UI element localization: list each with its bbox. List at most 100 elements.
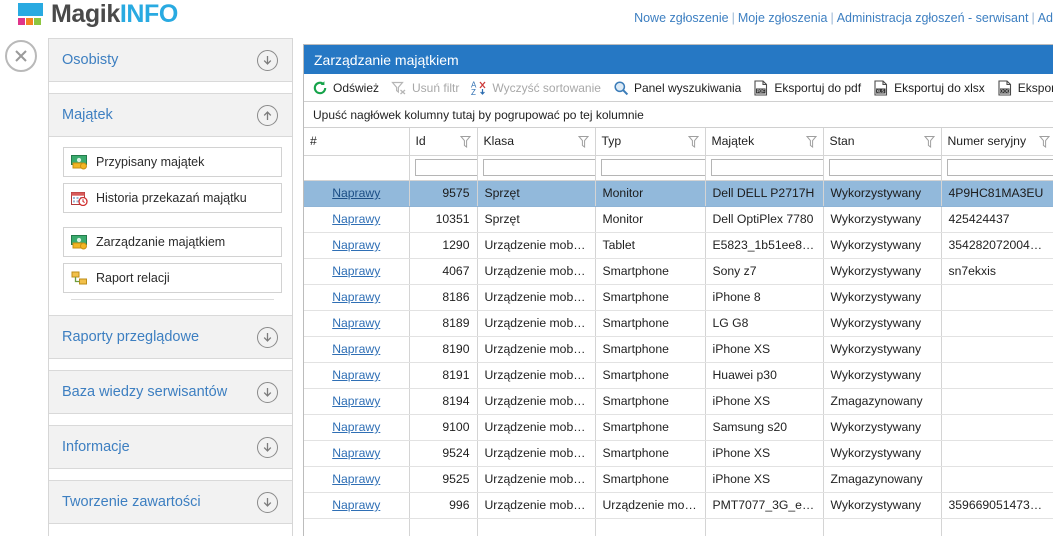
search-panel-button[interactable]: Panel wyszukiwania <box>613 80 741 96</box>
clear-sort-button[interactable]: A Z Wyczyść sortowanie <box>471 80 601 96</box>
toolbar-label: Eksportuj d <box>1017 80 1053 95</box>
cell-action[interactable]: Naprawy <box>304 310 410 337</box>
refresh-button[interactable]: Odśwież <box>312 80 379 96</box>
down-arrow-icon[interactable] <box>257 381 278 403</box>
refresh-icon <box>313 80 327 94</box>
toolbar-label: Odśwież <box>333 80 380 95</box>
sidebar-group-baza-wiedzy-serwisantow: Baza wiedzy serwisantów <box>49 370 292 414</box>
repairs-link[interactable]: Naprawy <box>332 290 380 304</box>
table-row[interactable]: Naprawy 9524 Urządzenie mobilne Smartphone i… <box>304 440 1053 467</box>
brand-logo[interactable]: MagikINFO <box>14 1 178 27</box>
column-header-id[interactable]: Id <box>409 128 478 156</box>
sidebar-group-header-informacje[interactable]: Informacje <box>49 425 292 469</box>
table-row[interactable]: Naprawy 9525 Urządzenie mobilne Smartphone i… <box>304 466 1053 493</box>
filter-icon[interactable] <box>687 135 699 148</box>
remove-filter-button[interactable]: Usuń filtr <box>391 80 459 96</box>
export-docx-button[interactable]: DOC Eksportuj d <box>997 79 1053 96</box>
sidebar-group-header-osobisty[interactable]: Osobisty <box>49 38 292 82</box>
repairs-link[interactable]: Naprawy <box>332 212 380 226</box>
money-icon <box>71 234 87 249</box>
sidebar-item-raport-relacji[interactable]: Raport relacji <box>63 263 282 293</box>
nav-link-administracja-zgloszen[interactable]: Administracja zgłoszeń - serwisant <box>837 11 1029 25</box>
table-row[interactable]: Naprawy 996 Urządzenie mobilne Urządzenie m… <box>304 492 1053 519</box>
column-header-numer-seryjny[interactable]: Numer seryjny <box>941 128 1053 156</box>
up-arrow-icon[interactable] <box>257 104 278 126</box>
table-row[interactable] <box>304 518 1053 536</box>
cell-action[interactable]: Naprawy <box>304 206 410 233</box>
close-panel-button[interactable] <box>5 40 37 72</box>
sidebar-item-przypisany-majatek[interactable]: Przypisany majątek <box>63 147 282 177</box>
filter-icon[interactable] <box>577 135 589 148</box>
repairs-link[interactable]: Naprawy <box>332 264 380 278</box>
filter-input-numer-seryjny[interactable] <box>946 159 1053 176</box>
cell-stan: Wykorzystywany <box>823 206 942 233</box>
filter-input-majatek[interactable] <box>710 159 822 176</box>
sidebar-item-zarzadzanie-majatkiem[interactable]: Zarządzanie majątkiem <box>63 227 282 257</box>
column-header-majatek[interactable]: Majątek <box>705 128 824 156</box>
column-header-typ[interactable]: Typ <box>595 128 706 156</box>
repairs-link[interactable]: Naprawy <box>332 446 380 460</box>
sidebar-group-majatek: Majątek Przypisany majątek Historia prze… <box>49 93 292 304</box>
down-arrow-icon[interactable] <box>257 436 278 458</box>
filter-input-klasa[interactable] <box>482 159 594 176</box>
filter-input-stan[interactable] <box>828 159 940 176</box>
cell-action[interactable]: Naprawy <box>304 232 410 259</box>
table-row[interactable]: Naprawy 8186 Urządzenie mobilne Smartphone i… <box>304 284 1053 311</box>
down-arrow-icon[interactable] <box>257 491 278 513</box>
sidebar-group-header-raporty-przegladowe[interactable]: Raporty przeglądowe <box>49 315 292 359</box>
nav-link-ad[interactable]: Ad <box>1038 11 1053 25</box>
export-pdf-button[interactable]: PDF Eksportuj do pdf <box>753 79 861 96</box>
sidebar-group-header-baza-wiedzy-serwisantow[interactable]: Baza wiedzy serwisantów <box>49 370 292 414</box>
repairs-link[interactable]: Naprawy <box>332 472 380 486</box>
cell-action[interactable]: Naprawy <box>304 388 410 415</box>
table-row[interactable]: Naprawy 8190 Urządzenie mobilne Smartphone i… <box>304 336 1053 363</box>
repairs-link[interactable]: Naprawy <box>332 238 380 252</box>
toolbar-label: Wyczyść sortowanie <box>492 80 601 95</box>
group-by-drop-area[interactable]: Upuść nagłówek kolumny tutaj by pogrupow… <box>304 102 1053 128</box>
cell-majatek: iPhone XS <box>705 388 824 415</box>
table-row[interactable]: Naprawy 9100 Urządzenie mobilne Smartphone S… <box>304 414 1053 441</box>
cell-klasa: Sprzęt <box>477 180 596 207</box>
sidebar-group-header-tworzenie-zawartosci[interactable]: Tworzenie zawartości <box>49 480 292 524</box>
repairs-link[interactable]: Naprawy <box>332 368 380 382</box>
column-header-klasa[interactable]: Klasa <box>477 128 596 156</box>
filter-icon[interactable] <box>1038 135 1050 148</box>
filter-icon[interactable] <box>805 135 817 148</box>
table-row[interactable]: Naprawy 8191 Urządzenie mobilne Smartphone H… <box>304 362 1053 389</box>
cell-action[interactable]: Naprawy <box>304 466 410 493</box>
table-row[interactable]: Naprawy 8189 Urządzenie mobilne Smartphone L… <box>304 310 1053 337</box>
export-xlsx-button[interactable]: XLS Eksportuj do xlsx <box>873 79 985 96</box>
filter-input-typ[interactable] <box>600 159 704 176</box>
repairs-link[interactable]: Naprawy <box>332 186 380 200</box>
nav-link-nowe-zgloszenie[interactable]: Nowe zgłoszenie <box>634 11 729 25</box>
cell-action[interactable] <box>304 518 410 536</box>
repairs-link[interactable]: Naprawy <box>332 498 380 512</box>
repairs-link[interactable]: Naprawy <box>332 316 380 330</box>
table-row[interactable]: Naprawy 4067 Urządzenie mobilne Smartphone S… <box>304 258 1053 285</box>
down-arrow-icon[interactable] <box>257 326 278 348</box>
table-row[interactable]: Naprawy 1290 Urządzenie mobilne Tablet E5823… <box>304 232 1053 259</box>
table-row[interactable]: Naprawy 10351 Sprzęt Monitor Dell OptiPlex 7… <box>304 206 1053 233</box>
cell-action[interactable]: Naprawy <box>304 492 410 519</box>
column-header-stan[interactable]: Stan <box>823 128 942 156</box>
table-row[interactable]: Naprawy 8194 Urządzenie mobilne Smartphone i… <box>304 388 1053 415</box>
cell-action[interactable]: Naprawy <box>304 284 410 311</box>
column-header-action[interactable]: # <box>304 128 410 156</box>
table-row[interactable]: Naprawy 9575 Sprzęt Monitor Dell DELL P2717H… <box>304 180 1053 207</box>
sidebar-item-historia-przekazan-majatku[interactable]: Historia przekazań majątku <box>63 183 282 213</box>
cell-action[interactable]: Naprawy <box>304 180 410 207</box>
cell-action[interactable]: Naprawy <box>304 258 410 285</box>
cell-action[interactable]: Naprawy <box>304 440 410 467</box>
cell-action[interactable]: Naprawy <box>304 336 410 363</box>
filter-icon[interactable] <box>923 135 935 148</box>
repairs-link[interactable]: Naprawy <box>332 394 380 408</box>
down-arrow-icon[interactable] <box>257 49 278 71</box>
sidebar-group-header-majatek[interactable]: Majątek <box>49 93 292 137</box>
cell-action[interactable]: Naprawy <box>304 362 410 389</box>
nav-link-moje-zgloszenia[interactable]: Moje zgłoszenia <box>738 11 828 25</box>
filter-icon[interactable] <box>459 135 471 148</box>
cell-action[interactable]: Naprawy <box>304 414 410 441</box>
repairs-link[interactable]: Naprawy <box>332 420 380 434</box>
filter-input-id[interactable] <box>414 159 476 176</box>
repairs-link[interactable]: Naprawy <box>332 342 380 356</box>
